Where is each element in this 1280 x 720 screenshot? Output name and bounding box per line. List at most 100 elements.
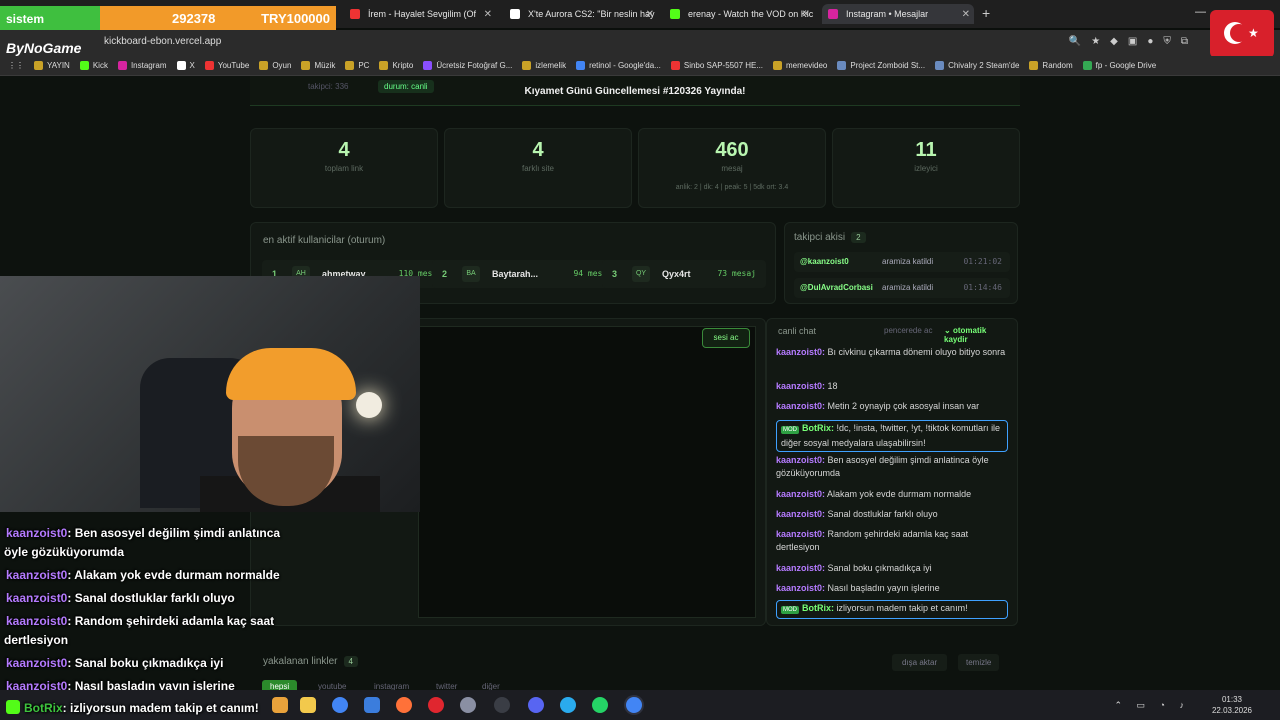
extension-icon[interactable]: ▣ — [1128, 36, 1137, 47]
bookmark-item[interactable]: Project Zomboid St... — [837, 61, 925, 70]
folder-icon — [773, 61, 783, 70]
folder-icon — [301, 61, 311, 70]
chat-message: kaanzoist0: Random şehirdeki adamla kaç … — [776, 529, 969, 552]
bookmark-item[interactable]: Sinbo SAP-5507 HE... — [670, 61, 763, 70]
bookmark-item[interactable]: YouTube — [204, 61, 249, 70]
zoom-icon[interactable]: 🔍 — [1069, 36, 1081, 47]
active-users-title: en aktif kullanicilar (oturum) — [263, 235, 386, 246]
obs-icon[interactable] — [494, 697, 510, 713]
clock[interactable]: 01:33 22.03.2026 — [1212, 694, 1252, 716]
overlay-goal: TRY100000 — [261, 11, 330, 26]
list-item: @DulAvradCorbasi aramiza katildi 01:14:4… — [794, 278, 1010, 298]
close-icon[interactable]: ✕ — [484, 9, 492, 20]
telegram-icon[interactable] — [560, 697, 576, 713]
stat-value: 460 — [715, 139, 749, 161]
overlay-chat-line: kaanzoist0: Sanal dostluklar farklı oluy… — [6, 591, 235, 605]
apps-icon[interactable]: ⋮⋮ — [8, 61, 24, 70]
extension-icon[interactable]: ◆ — [1110, 36, 1118, 47]
stat-messages: 460 mesaj anlik: 2 | dk: 4 | peak: 5 | 5… — [638, 128, 826, 208]
new-tab-button[interactable]: + — [982, 5, 990, 21]
stream-preview — [418, 326, 756, 618]
file-explorer-icon[interactable] — [300, 697, 316, 713]
chat-message: kaanzoist0: Bı civkinu çıkarma dönemi ol… — [776, 347, 1006, 357]
tab-irem[interactable]: İrem - Hayalet Sevgilim (Of ✕ — [344, 4, 496, 24]
bookmark-item[interactable]: fp - Google Drive — [1082, 61, 1156, 70]
chrome-icon[interactable] — [332, 697, 348, 713]
bookmark-item[interactable]: Oyun — [259, 61, 291, 70]
stat-unique-sites: 4 farklı site — [444, 128, 632, 208]
export-button[interactable]: dışa aktar — [892, 654, 948, 671]
bookmark-item[interactable]: Ücretsiz Fotoğraf G... — [423, 61, 512, 70]
bookmark-item[interactable]: Müzik — [301, 61, 335, 70]
bookmark-item[interactable]: PC — [345, 61, 369, 70]
autoscroll-toggle[interactable]: ⌄ otomatik kaydir — [944, 326, 1012, 344]
chat-message: kaanzoist0: Nasıl başladın yayın işlerin… — [776, 583, 940, 593]
bookmarks-bar: ⋮⋮ YAYIN Kick Instagram X YouTube Oyun M… — [0, 56, 1280, 76]
steam-icon — [935, 61, 945, 70]
bookmark-item[interactable]: Chivalry 2 Steam'de — [935, 61, 1019, 70]
x-icon — [510, 9, 520, 19]
bookmark-item[interactable]: izlemelik — [522, 61, 566, 70]
stat-detail: anlik: 2 | dk: 4 | peak: 5 | 5dk ort: 3.… — [675, 184, 789, 191]
shop-icon — [670, 61, 680, 70]
url-field[interactable]: kickboard-ebon.vercel.app — [104, 36, 221, 47]
bookmark-item[interactable]: retinol - Google'da... — [576, 61, 661, 70]
list-item[interactable]: 3 QY Qyx4rt 73 mesaj — [602, 260, 766, 288]
chat-message-bot: MOD BotRix: izliyorsun madem takip et can… — [776, 600, 1008, 619]
list-item[interactable]: 2 BA Baytarah... 94 mesaj — [432, 260, 622, 288]
tab-erenay[interactable]: erenay - Watch the VOD on Kic ✕ — [664, 4, 814, 24]
firefox-icon[interactable] — [396, 697, 412, 713]
extension-icon[interactable]: ● — [1147, 36, 1153, 47]
mail-icon[interactable] — [364, 697, 380, 713]
bookmark-item[interactable]: Random — [1029, 61, 1073, 70]
minimize-icon[interactable]: — — [1195, 6, 1206, 18]
tab-instagram[interactable]: Instagram • Mesajlar ✕ — [822, 4, 974, 24]
chrome-active-icon[interactable] — [626, 697, 642, 713]
system-tray[interactable]: ⌃ ▭ ◔ ♪ — [1115, 700, 1190, 711]
chat-message: kaanzoist0: 18 — [776, 381, 838, 391]
overlay-chat-line-bot: BotRix: izliyorsun madem takip et canım! — [6, 699, 259, 717]
stat-value: 4 — [338, 139, 350, 161]
kick-icon — [79, 61, 89, 70]
close-icon[interactable]: ✕ — [646, 9, 654, 20]
folder-icon — [522, 61, 532, 70]
folder-icon — [379, 61, 389, 70]
steam-icon — [837, 61, 847, 70]
list-item: @kaanzoist0 aramiza katildi 01:21:02 — [794, 252, 1010, 272]
folder-icon — [345, 61, 355, 70]
bookmark-item[interactable]: Instagram — [117, 61, 167, 70]
overlay-chat-line: kaanzoist0: Alakam yok evde durmam norma… — [6, 568, 280, 582]
unmute-button[interactable]: sesi ac — [702, 328, 750, 348]
avatar: BA — [462, 266, 480, 282]
star-icon[interactable]: ★ — [1091, 36, 1100, 47]
chat-message: kaanzoist0: Metin 2 oynayip çok asosyal … — [776, 401, 980, 411]
channel-brand-logo: ByNoGame — [6, 40, 82, 56]
bookmark-item[interactable]: YAYIN — [34, 61, 70, 70]
bookmark-item[interactable]: Kick — [79, 61, 108, 70]
folder-icon — [259, 61, 269, 70]
widgets-icon[interactable] — [272, 697, 288, 713]
clear-button[interactable]: temizle — [958, 654, 1000, 671]
bookmark-item[interactable]: memevideo — [773, 61, 827, 70]
overlay-sistem-label: sistem — [0, 6, 100, 32]
close-icon[interactable]: ✕ — [802, 9, 810, 20]
open-in-window-button[interactable]: pencerede ac — [884, 326, 932, 335]
captured-links-title: yakalanan linkler 4 — [263, 656, 358, 667]
whatsapp-icon[interactable] — [592, 697, 608, 713]
app-icon[interactable] — [460, 697, 476, 713]
stat-value: 11 — [915, 139, 937, 161]
puzzle-icon[interactable]: ⧉ — [1181, 36, 1188, 47]
shield-icon[interactable]: ⛨ — [1163, 36, 1171, 47]
bookmark-item[interactable]: X — [176, 61, 195, 70]
overlay-chat-line: dertlesiyon — [4, 633, 69, 647]
captured-links-section: yakalanan linkler 4 dışa aktar temizle he… — [250, 646, 1020, 693]
opera-icon[interactable] — [428, 697, 444, 713]
count-badge: 4 — [343, 656, 358, 667]
close-icon[interactable]: ✕ — [962, 9, 970, 20]
youtube-icon — [204, 61, 214, 70]
tab-x-aurora[interactable]: X'te Aurora CS2: "Bir neslin hay ✕ — [504, 4, 658, 24]
discord-icon[interactable] — [528, 697, 544, 713]
bookmark-item[interactable]: Kripto — [379, 61, 413, 70]
photo-site-icon — [423, 61, 433, 70]
announcement-banner: takipci: 336 durum: canli Kıyamet Günü G… — [250, 76, 1020, 106]
